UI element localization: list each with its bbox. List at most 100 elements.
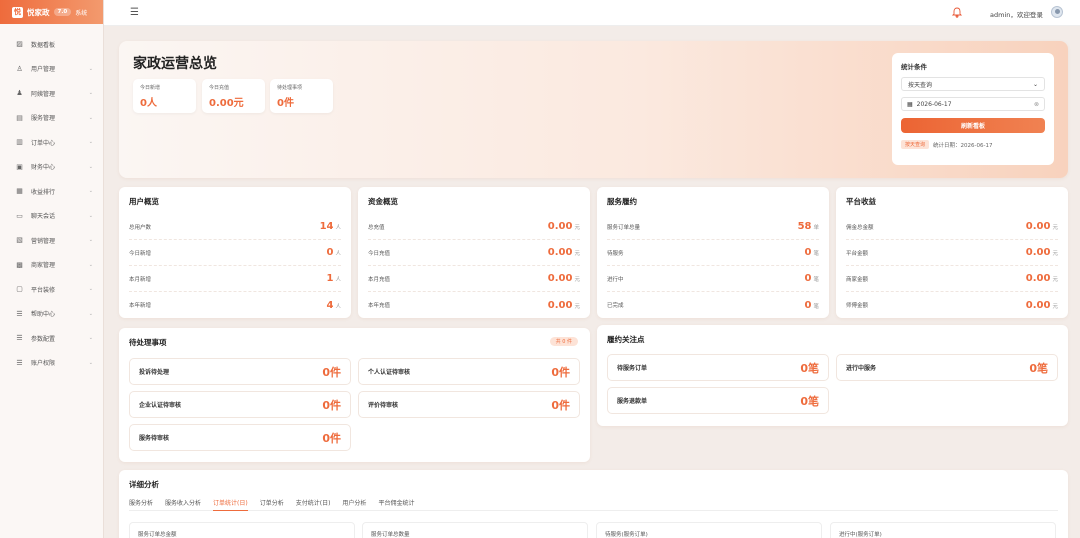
- metric-value-group: 14 人: [320, 221, 341, 232]
- tab-2[interactable]: 订单统计(日): [213, 498, 248, 511]
- metric-unit: 元: [574, 251, 580, 257]
- task-enterprise-cert[interactable]: 企业认证待审核 0件: [129, 391, 351, 418]
- care-refunds[interactable]: 服务退款单 0笔: [607, 387, 829, 414]
- metric-unit: 笔: [813, 303, 819, 310]
- chevron-down-icon: ⌄: [1032, 80, 1038, 88]
- metric-value: 0.00: [547, 273, 573, 284]
- chevron-down-icon: ⌄: [88, 114, 93, 121]
- care-label: 进行中服务: [846, 365, 877, 372]
- user-greeting[interactable]: admin，欢迎登录: [990, 9, 1043, 19]
- metric-label: 服务订单总量: [607, 224, 641, 231]
- user-overview-card: 用户概览 总用户数 14 人今日新增 0 人本月新增 1 人本年新增 4 人: [119, 187, 351, 318]
- coupon-icon: ▧: [16, 236, 23, 245]
- sidebar-item-6[interactable]: ▦ 收益排行 ⌄: [0, 179, 103, 204]
- sidebar-item-10[interactable]: ▢ 平台装修 ⌄: [0, 277, 103, 302]
- tab-6[interactable]: 平台佣金统计: [378, 498, 414, 511]
- fulfillment-focus-panel: 履约关注点 待服务订单 0笔 进行中服务 0笔 服务退款单 0笔: [597, 325, 1068, 426]
- date-value: 2026-06-17: [916, 100, 952, 108]
- pending-panel: 待处理事项 共 0 件 投诉待处理 0件 个人认证待审核 0件 企业认证待审核 …: [119, 328, 590, 462]
- metric-row: 本年新增 4 人: [129, 292, 341, 318]
- tab-0[interactable]: 服务分析: [129, 498, 153, 511]
- sidebar-item-label: 数据看板: [31, 41, 56, 49]
- chart-line-icon: ▨: [16, 40, 23, 49]
- task-label: 企业认证待审核: [139, 402, 182, 409]
- metric-unit: 元: [1052, 251, 1058, 257]
- detail-tabs: 服务分析 服务收入分析 订单统计(日) 订单分析 支付统计(日) 用户分析 平台佣金统计: [129, 498, 1058, 511]
- chevron-down-icon: ⌄: [88, 212, 93, 219]
- sidebar-item-label: 服务管理: [31, 115, 56, 123]
- chevron-down-icon: ⌄: [88, 65, 93, 72]
- care-pending-orders[interactable]: 待服务订单 0笔: [607, 354, 829, 381]
- chevron-down-icon: ⌄: [88, 335, 93, 342]
- sidebar-item-label: 阿姨管理: [31, 90, 56, 98]
- metric-value-group: 0笔: [805, 247, 819, 258]
- tab-5[interactable]: 用户分析: [342, 498, 366, 511]
- calendar-icon: ▦: [907, 100, 913, 108]
- task-review[interactable]: 评价待审核 0件: [358, 391, 580, 418]
- sidebar-item-0[interactable]: ▨ 数据看板: [0, 32, 103, 57]
- topbar: ☰ admin，欢迎登录: [104, 0, 1080, 26]
- card-title: 平台收益: [846, 197, 876, 206]
- metric-row: 今日充值 0.00 元: [368, 240, 580, 266]
- sidebar-item-5[interactable]: ▣ 财务中心 ⌄: [0, 155, 103, 180]
- task-personal-cert[interactable]: 个人认证待审核 0件: [358, 358, 580, 385]
- metric-row: 本年充值 0.00 元: [368, 292, 580, 318]
- chevron-down-icon: ⌄: [88, 90, 93, 97]
- query-mode-select[interactable]: 按天查询 ⌄: [901, 77, 1045, 91]
- task-label: 个人认证待审核: [368, 369, 411, 376]
- metric-value-group: 0.00 元: [548, 273, 580, 284]
- sidebar-item-12[interactable]: ☰ 参数配置 ⌄: [0, 326, 103, 351]
- stat-value: 0人: [140, 98, 157, 109]
- sidebar-item-1[interactable]: ♙ 用户管理 ⌄: [0, 57, 103, 82]
- tab-3[interactable]: 订单分析: [260, 498, 284, 511]
- metric-unit: 元: [1052, 303, 1058, 310]
- metric-unit: 笔: [813, 277, 819, 283]
- sidebar-item-2[interactable]: ♟ 阿姨管理 ⌄: [0, 81, 103, 106]
- metric-value: 14: [319, 221, 334, 232]
- metric-unit: 笔: [813, 251, 819, 257]
- metric-value-group: 58 单: [798, 221, 819, 232]
- metric-value: 0.00: [547, 221, 573, 232]
- care-in-progress[interactable]: 进行中服务 0笔: [836, 354, 1058, 381]
- sidebar-item-7[interactable]: ▭ 聊天会话 ⌄: [0, 204, 103, 229]
- sidebar-item-4[interactable]: ▥ 订单中心 ⌄: [0, 130, 103, 155]
- task-complaint[interactable]: 投诉待处理 0件: [129, 358, 351, 385]
- task-label: 评价待审核: [368, 402, 399, 409]
- metric-row: 待服务 0 笔: [607, 240, 819, 266]
- metric-label: 本年充值: [368, 303, 391, 309]
- metric-value: 0.00: [1025, 299, 1051, 311]
- clear-icon[interactable]: ⊗: [1034, 101, 1039, 108]
- logo-bar[interactable]: 悦 悦家政 7.0 系统: [0, 0, 103, 24]
- layout-icon: ▢: [16, 285, 23, 294]
- task-label: 投诉待处理: [139, 369, 170, 376]
- menu-toggle-icon[interactable]: ☰: [130, 7, 139, 18]
- sidebar-item-label: 订单中心: [31, 139, 56, 147]
- task-service-review[interactable]: 服务待审核 0件: [129, 424, 351, 451]
- detail-analysis-panel: 详细分析 服务分析 服务收入分析 订单统计(日) 订单分析 支付统计(日) 用户分析 平台佣…: [119, 470, 1068, 538]
- metric-unit: 元: [1052, 277, 1058, 283]
- platform-revenue-card: 平台收益 佣金总金额 0.00 元平台金额 0.00 元商家金额 0.00 元师傅金额 0.00…: [836, 187, 1068, 318]
- metric-unit: 人: [335, 225, 341, 231]
- sidebar-item-9[interactable]: ▩ 商家管理 ⌄: [0, 253, 103, 278]
- bell-icon[interactable]: [951, 7, 963, 20]
- tab-1[interactable]: 服务收入分析: [165, 498, 201, 511]
- metric-value: 0.00: [1025, 273, 1051, 284]
- sidebar-item-11[interactable]: ☰ 帮助中心 ⌄: [0, 302, 103, 327]
- refresh-dashboard-button[interactable]: 刷新看板: [901, 118, 1045, 133]
- metric-label: 已完成: [607, 303, 624, 309]
- metric-label: 待服务: [607, 250, 624, 257]
- help-icon: ☰: [16, 309, 23, 318]
- sidebar-item-label: 参数配置: [31, 335, 56, 343]
- sidebar-item-3[interactable]: ▤ 服务管理 ⌄: [0, 106, 103, 131]
- sidebar-item-8[interactable]: ▧ 营销管理 ⌄: [0, 228, 103, 253]
- tab-4[interactable]: 支付统计(日): [296, 498, 331, 511]
- date-picker[interactable]: ▦ 2026-06-17 ⊗: [901, 97, 1045, 111]
- metric-unit: 人: [335, 303, 341, 310]
- chevron-down-icon: ⌄: [88, 310, 93, 317]
- metric-value-group: 0.00 元: [548, 247, 580, 258]
- avatar[interactable]: [1051, 6, 1063, 18]
- page-title: 家政运营总览: [133, 56, 217, 72]
- sidebar-item-13[interactable]: ☰ 账户权限 ⌄: [0, 351, 103, 376]
- service-icon: ▤: [16, 113, 23, 122]
- card-title: 资金概览: [368, 197, 398, 206]
